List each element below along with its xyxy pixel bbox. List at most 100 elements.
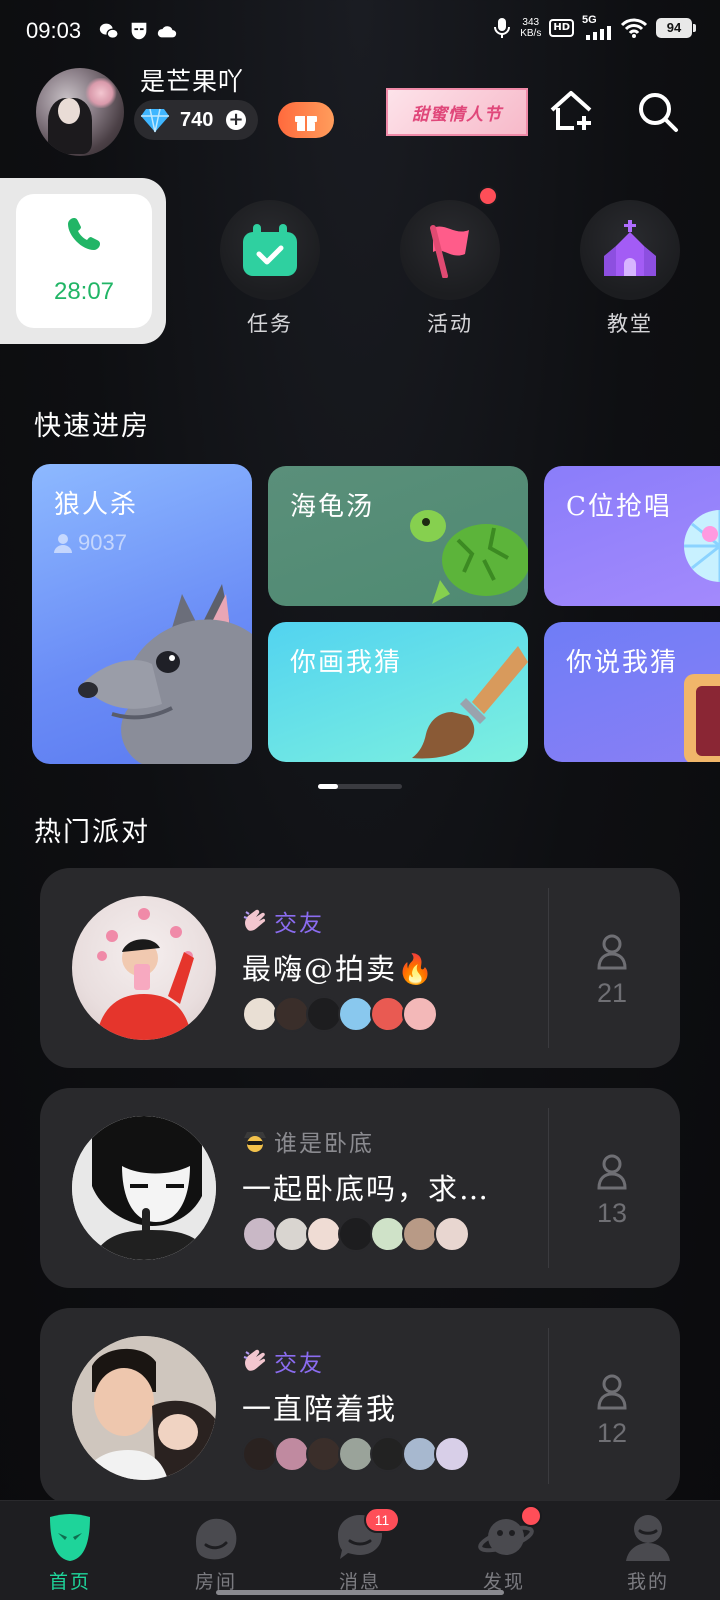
- room-werewolf-count: 9037: [54, 530, 127, 556]
- turtle-illustration-icon: [410, 510, 528, 604]
- diamond-count: 740: [180, 108, 214, 131]
- battery-indicator: 94: [656, 18, 696, 38]
- party-title: 最嗨@拍卖🔥: [242, 952, 436, 986]
- person-outline-icon: [597, 1154, 627, 1190]
- wechat-icon: [99, 23, 119, 40]
- room-c-position-sing-name: C位抢唱: [566, 492, 672, 522]
- nav-discover[interactable]: 发现: [454, 1505, 554, 1594]
- party-online: 12: [572, 1374, 652, 1449]
- gift-button[interactable]: [278, 102, 334, 138]
- flag-icon: [430, 225, 469, 278]
- disco-ball-icon: [684, 510, 720, 582]
- net-speed: 343 KB/s: [520, 17, 541, 39]
- waving-hand-icon: [243, 909, 266, 931]
- party-members: [242, 1216, 470, 1252]
- quick-rooms-title: 快速进房: [34, 411, 150, 442]
- valentine-event-banner[interactable]: 甜蜜情人节: [386, 88, 528, 136]
- diamond-balance[interactable]: 740 +: [134, 100, 258, 140]
- party-avatar: [72, 1336, 216, 1480]
- party-tag: 谁是卧底: [242, 1124, 374, 1158]
- party-card-3[interactable]: 交友 一直陪着我 12: [40, 1308, 680, 1504]
- nav-home[interactable]: 首页: [20, 1511, 120, 1594]
- nav-rooms[interactable]: 房间: [166, 1511, 266, 1594]
- card-illustration-icon: [684, 674, 720, 762]
- microphone-icon: [494, 18, 511, 38]
- person-outline-icon: [597, 1374, 627, 1410]
- person-outline-icon: [597, 934, 627, 970]
- shortcut-events-label: 活动: [427, 312, 473, 336]
- party-divider: [548, 888, 549, 1048]
- hd-badge: HD: [549, 19, 574, 37]
- call-duration: 28:07: [53, 278, 115, 305]
- room-draw-guess[interactable]: 你画我猜: [268, 622, 528, 762]
- person-icon: [54, 534, 72, 553]
- party-tag: 交友: [242, 904, 324, 938]
- shortcut-events[interactable]: 活动: [400, 186, 500, 338]
- signal-type: 5G: [582, 14, 597, 26]
- wolf-illustration-icon: [78, 584, 252, 764]
- party-avatar: [72, 896, 216, 1040]
- system-home-indicator[interactable]: [216, 1590, 504, 1595]
- diamond-icon: [141, 108, 169, 133]
- party-tag: 交友: [242, 1344, 324, 1378]
- add-diamond-button[interactable]: +: [226, 110, 246, 130]
- cloud-icon: [157, 26, 177, 38]
- party-title: 一直陪着我: [242, 1392, 398, 1426]
- church-icon: [604, 220, 656, 276]
- party-online: 21: [572, 934, 652, 1009]
- party-title: 一起卧底吗，求…: [242, 1172, 491, 1206]
- ongoing-call-widget[interactable]: 28:07: [0, 178, 166, 344]
- nav-messages[interactable]: 11 消息: [310, 1507, 410, 1594]
- room-werewolf-count-value: 9037: [78, 530, 127, 555]
- bottom-nav: 首页 房间 11 消息 发现 我的: [0, 1500, 720, 1600]
- party-card-2[interactable]: 谁是卧底 一起卧底吗，求… 13: [40, 1088, 680, 1288]
- room-turtle-soup[interactable]: 海龟汤: [268, 466, 528, 606]
- calendar-check-icon: [243, 224, 297, 276]
- wifi-icon: [620, 18, 648, 38]
- party-tag-label: 谁是卧底: [274, 1131, 374, 1157]
- net-speed-unit: KB/s: [520, 28, 542, 39]
- gift-icon: [295, 116, 317, 131]
- profile-icon: [626, 1515, 670, 1561]
- party-online-count: 21: [596, 978, 628, 1008]
- party-avatar: [72, 1116, 216, 1260]
- room-say-guess[interactable]: 你说我猜: [544, 622, 720, 762]
- waving-hand-icon: [243, 1349, 266, 1371]
- events-notification-dot: [478, 186, 498, 206]
- party-card-1[interactable]: 交友 最嗨@拍卖🔥 21: [40, 868, 680, 1068]
- room-turtle-soup-name: 海龟汤: [290, 492, 375, 522]
- party-tag-label: 交友: [274, 911, 324, 937]
- party-online-count: 13: [596, 1198, 628, 1228]
- nav-profile[interactable]: 我的: [598, 1511, 698, 1594]
- mask-app-icon: [131, 22, 147, 40]
- banner-text: 甜蜜情人节: [412, 104, 502, 125]
- search-icon[interactable]: [636, 90, 680, 134]
- carousel-indicator: [318, 784, 402, 789]
- party-online-count: 12: [596, 1418, 628, 1448]
- shortcut-tasks[interactable]: 任务: [220, 200, 320, 338]
- party-tag-label: 交友: [274, 1351, 324, 1377]
- create-room-icon[interactable]: [548, 88, 594, 134]
- party-divider: [548, 1328, 549, 1484]
- nav-home-label: 首页: [48, 1571, 91, 1593]
- nav-profile-label: 我的: [626, 1571, 669, 1593]
- status-time: 09:03: [26, 18, 82, 43]
- status-bar: 09:03 343 KB/s HD 5G 94: [0, 0, 720, 66]
- room-c-position-sing[interactable]: C位抢唱: [544, 466, 720, 606]
- shortcut-chapel[interactable]: 教堂: [580, 200, 680, 338]
- hot-party-title: 热门派对: [34, 817, 150, 848]
- paintbrush-icon: [412, 646, 528, 759]
- rooms-icon: [196, 1518, 237, 1560]
- party-divider: [548, 1108, 549, 1268]
- room-werewolf-name: 狼人杀: [54, 490, 139, 520]
- shortcut-tasks-label: 任务: [247, 312, 293, 336]
- party-members: [242, 1436, 470, 1472]
- party-members: [242, 996, 438, 1032]
- net-speed-value: 343: [522, 17, 540, 28]
- username[interactable]: 是芒果吖: [140, 62, 244, 98]
- discover-notification-dot: [520, 1505, 542, 1527]
- shortcut-chapel-label: 教堂: [607, 312, 653, 336]
- user-avatar[interactable]: [36, 68, 124, 156]
- room-draw-guess-name: 你画我猜: [290, 648, 403, 678]
- room-werewolf[interactable]: 狼人杀 9037: [32, 464, 252, 764]
